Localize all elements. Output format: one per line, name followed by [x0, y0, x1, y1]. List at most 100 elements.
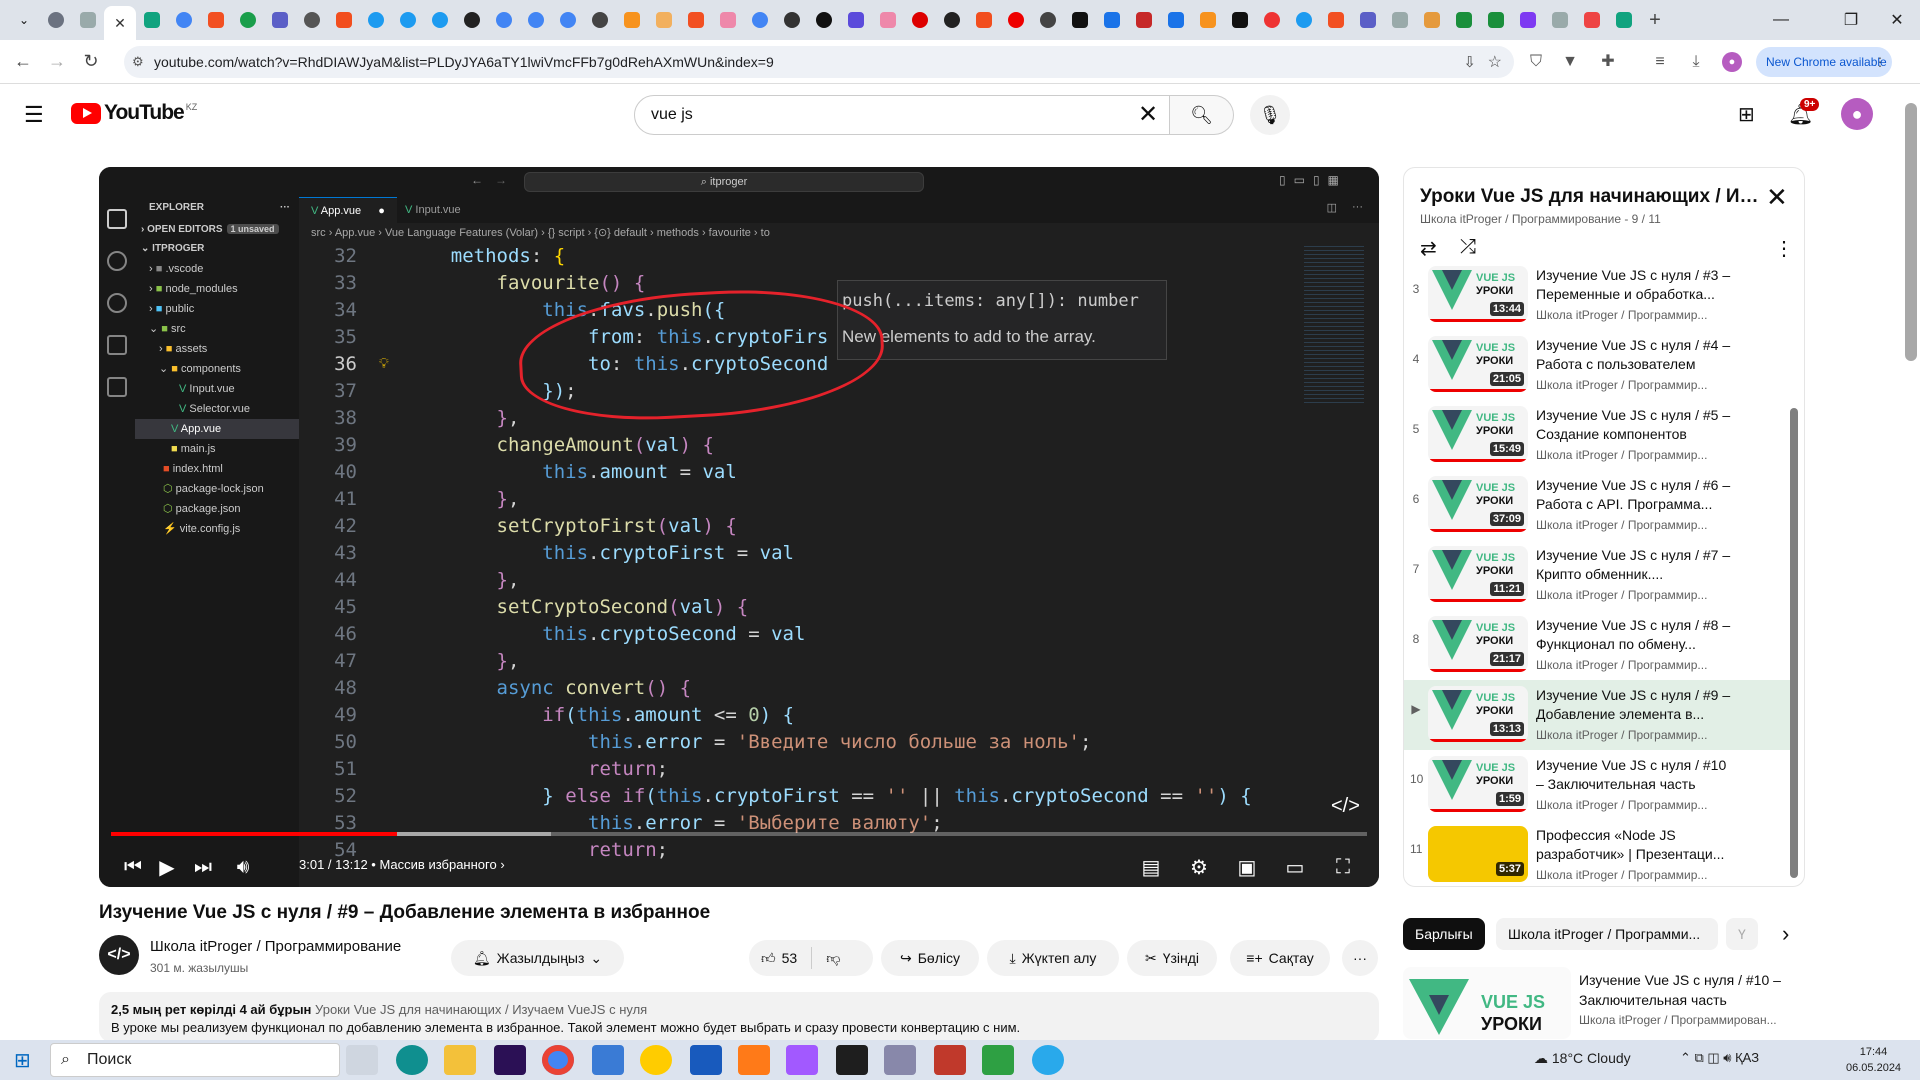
description-box[interactable]: 2,5 мың рет көрілді 4 ай бұрын Уроки Vue… — [99, 992, 1379, 1042]
playlist-item[interactable]: ▶ VUE JS УРОКИ 13:13 Изучение Vue JS с нуля … — [1404, 680, 1790, 750]
settings-button[interactable]: ⚙︎ — [1183, 852, 1215, 882]
forward-button[interactable]: → — [40, 45, 74, 79]
telegram-icon[interactable] — [1032, 1045, 1064, 1075]
taskbar-clock[interactable]: 17:44 06.05.2024 — [1846, 1044, 1901, 1076]
new-chrome-available-button[interactable]: New Chrome available ⋮ — [1756, 47, 1892, 77]
shield-icon[interactable]: ⛉ — [1526, 52, 1546, 72]
tab[interactable] — [168, 5, 200, 35]
tab[interactable] — [1576, 5, 1608, 35]
reload-button[interactable]: ↻ — [74, 45, 108, 79]
tab[interactable] — [776, 5, 808, 35]
playlist-item[interactable]: 11 5:37 Профессия «Node JS разработчик» | … — [1404, 820, 1790, 886]
tab[interactable] — [744, 5, 776, 35]
store-icon[interactable] — [592, 1045, 624, 1075]
chrome-icon[interactable] — [542, 1045, 574, 1075]
tab[interactable] — [1224, 5, 1256, 35]
minimize-button[interactable]: — — [1758, 0, 1804, 40]
share-button[interactable]: ↪ Бөлісу — [881, 940, 979, 976]
tab[interactable] — [360, 5, 392, 35]
playlist-title[interactable]: Уроки Vue JS для начинающих / Из... — [1420, 186, 1760, 208]
next-button[interactable]: ⏭︎ — [187, 852, 219, 882]
fullscreen-button[interactable]: ⛶ — [1327, 852, 1359, 882]
tab[interactable] — [1352, 5, 1384, 35]
create-button[interactable]: ⊞ — [1738, 102, 1755, 127]
play-button[interactable]: ▶︎ — [151, 852, 183, 882]
playlist-item[interactable]: 8 VUE JS УРОКИ 21:17 Изучение Vue JS с нуля … — [1404, 610, 1790, 680]
tab[interactable] — [712, 5, 744, 35]
channel-avatar[interactable]: </> — [99, 935, 139, 975]
notepad-icon[interactable] — [884, 1045, 916, 1075]
word-icon[interactable] — [690, 1045, 722, 1075]
tab[interactable] — [1096, 5, 1128, 35]
tab[interactable] — [1192, 5, 1224, 35]
chips-next-button[interactable]: › — [1770, 918, 1801, 950]
close-icon[interactable]: ✕ — [114, 15, 126, 32]
window-close-button[interactable]: ✕ — [1874, 0, 1920, 40]
back-button[interactable]: ← — [6, 45, 40, 79]
tab[interactable] — [296, 5, 328, 35]
search-input[interactable]: vue js — [634, 95, 1170, 135]
mute-button[interactable]: 🔊︎ — [227, 852, 259, 882]
playlist-item[interactable]: 7 VUE JS УРОКИ 11:21 Изучение Vue JS с нуля … — [1404, 540, 1790, 610]
edge-icon[interactable] — [396, 1045, 428, 1075]
extensions-puzzle-icon[interactable]: ✚ — [1598, 52, 1618, 72]
language-indicator[interactable]: ҚАЗ — [1735, 1050, 1759, 1065]
tab[interactable] — [136, 5, 168, 35]
tab[interactable] — [264, 5, 296, 35]
dislike-button[interactable]: 👎︎ — [826, 950, 840, 967]
system-tray[interactable]: ⌃ ⧉ ◫ 🔊︎ ҚАЗ — [1680, 1050, 1759, 1066]
tab[interactable] — [1608, 5, 1640, 35]
subscribe-button[interactable]: 🔔︎ Жазылдыңыз ⌄ — [451, 940, 624, 976]
code-embed-button[interactable]: </> — [1331, 795, 1360, 818]
rec-channel[interactable]: Школа itProger / Программирован... — [1579, 1013, 1777, 1027]
account-avatar[interactable]: ● — [1841, 98, 1873, 130]
tab[interactable] — [936, 5, 968, 35]
video-player[interactable]: ← → ⌕ itproger ▯▭▯▦ EXPLORER ··· › OPEN E… — [99, 167, 1379, 887]
chip-channel[interactable]: Школа itProger / Программи... — [1496, 918, 1718, 950]
tab[interactable] — [584, 5, 616, 35]
rec-thumbnail[interactable]: VUE JS УРОКИ — [1403, 967, 1571, 1039]
maximize-button[interactable]: ❐ — [1828, 0, 1874, 40]
download-button[interactable]: ⤓ Жүктеп алу — [987, 940, 1119, 976]
tab[interactable] — [488, 5, 520, 35]
playlist-item[interactable]: 3 VUE JS УРОКИ 13:44 Изучение Vue JS с нуля … — [1404, 260, 1790, 330]
playlist-item[interactable]: 6 VUE JS УРОКИ 37:09 Изучение Vue JS с нуля … — [1404, 470, 1790, 540]
tab[interactable] — [904, 5, 936, 35]
sublime-icon[interactable] — [738, 1045, 770, 1075]
chip-more[interactable]: Ү — [1726, 918, 1758, 950]
tab[interactable] — [72, 5, 104, 35]
save-button[interactable]: ≡+ Сақтау — [1230, 940, 1330, 976]
app-icon[interactable] — [934, 1045, 966, 1075]
tab[interactable] — [968, 5, 1000, 35]
playlist-menu-button[interactable]: ⋮ — [1774, 236, 1794, 261]
youtube-logo[interactable]: YouTube KZ — [71, 101, 197, 125]
search-button[interactable]: 🔍︎ — [1170, 95, 1234, 135]
bookmark-star-icon[interactable]: ☆ — [1488, 52, 1502, 72]
tab[interactable] — [1320, 5, 1352, 35]
channel-name[interactable]: Школа itProger / Программирование — [150, 938, 401, 955]
tab[interactable] — [1480, 5, 1512, 35]
voice-search-button[interactable]: 🎙︎ — [1250, 95, 1290, 135]
tab[interactable] — [456, 5, 488, 35]
page-scrollbar[interactable] — [1905, 103, 1917, 361]
tab[interactable] — [424, 5, 456, 35]
tab[interactable] — [1384, 5, 1416, 35]
console-icon[interactable] — [982, 1045, 1014, 1075]
chip-all[interactable]: Барлығы — [1403, 918, 1485, 950]
tab[interactable] — [232, 5, 264, 35]
guide-menu-button[interactable]: ☰ — [24, 102, 44, 128]
loop-button[interactable]: ⇄ — [1420, 236, 1437, 261]
new-tab-button[interactable]: + — [1640, 9, 1670, 32]
tab[interactable] — [1064, 5, 1096, 35]
tab[interactable] — [872, 5, 904, 35]
tab[interactable] — [1544, 5, 1576, 35]
profile-avatar-icon[interactable]: ● — [1722, 52, 1742, 72]
playlist-item[interactable]: 10 VUE JS УРОКИ 1:59 Изучение Vue JS с нуля … — [1404, 750, 1790, 820]
tab[interactable] — [1000, 5, 1032, 35]
tab[interactable] — [1256, 5, 1288, 35]
tab-active[interactable]: ✕ — [104, 6, 136, 40]
like-button[interactable]: 👍︎ 53 — [761, 950, 797, 967]
install-icon[interactable]: ⇩ — [1463, 53, 1476, 71]
tab[interactable] — [200, 5, 232, 35]
tab[interactable] — [328, 5, 360, 35]
